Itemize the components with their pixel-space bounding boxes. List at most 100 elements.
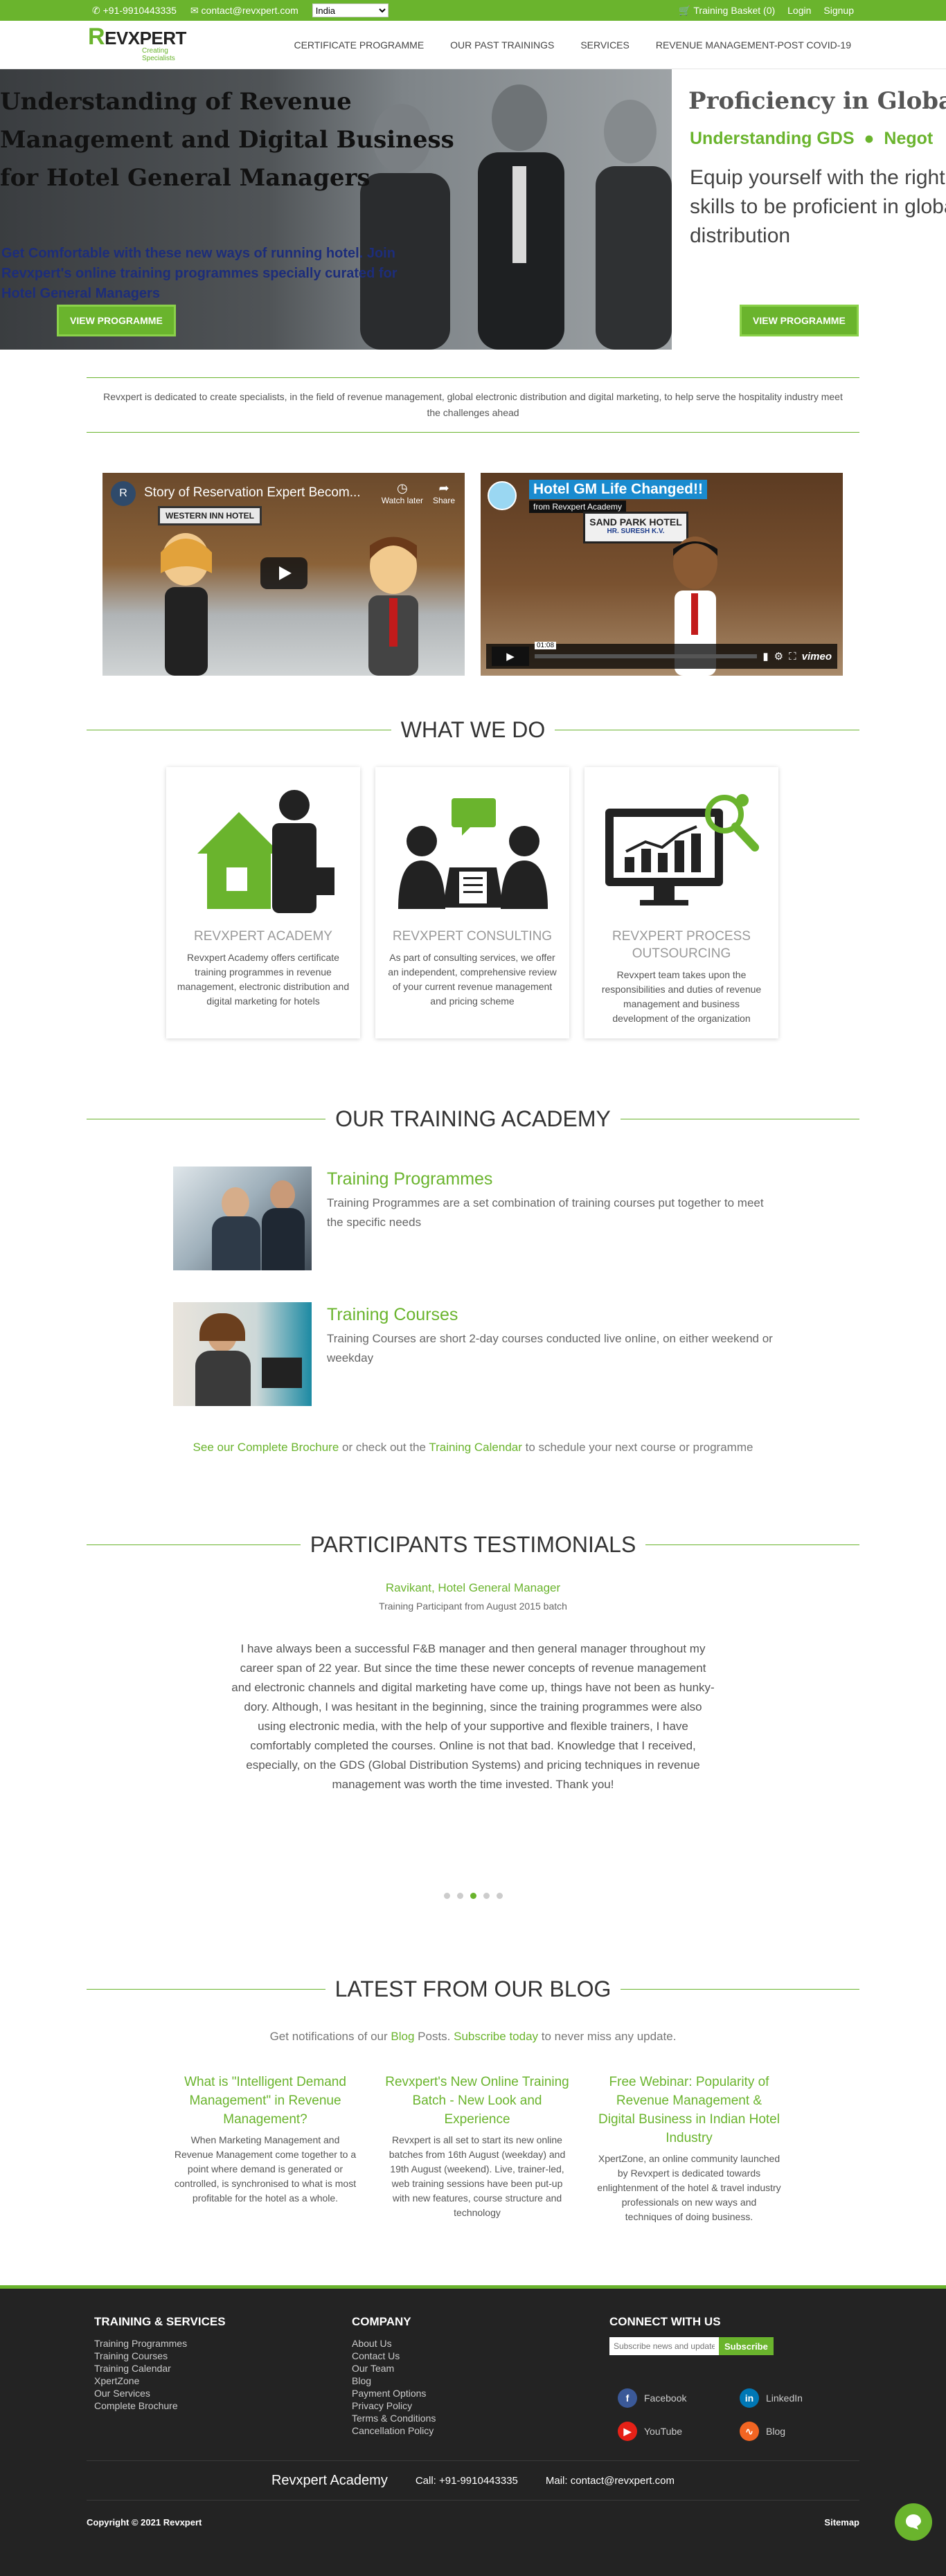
hero-slider: Understanding of Revenue Management and …: [0, 69, 946, 350]
footer-connect: CONNECT WITH US Subscribe fFacebook inLi…: [609, 2315, 867, 2441]
academy-house-person-icon: [197, 790, 334, 913]
settings-icon[interactable]: ⚙: [774, 650, 783, 663]
slider-dot[interactable]: [496, 1893, 503, 1899]
login-link[interactable]: Login: [787, 5, 811, 16]
blog-link[interactable]: Blog: [391, 2030, 414, 2043]
blog-post-title[interactable]: What is "Intelligent Demand Management" …: [173, 2073, 357, 2129]
footer-link[interactable]: Cancellation Policy: [352, 2425, 434, 2436]
linkedin-link[interactable]: in LinkedIn: [740, 2388, 823, 2408]
video-title-2: Hotel GM Life Changed!!: [529, 480, 707, 499]
vimeo-video-player[interactable]: Hotel GM Life Changed!! from Revxpert Ac…: [481, 473, 843, 676]
footer-link[interactable]: Complete Brochure: [94, 2400, 178, 2411]
footer-link[interactable]: Training Programmes: [94, 2338, 187, 2349]
share-button[interactable]: ➦ Share: [433, 481, 455, 505]
training-programmes-image[interactable]: [173, 1167, 312, 1270]
footer-link[interactable]: Blog: [352, 2375, 371, 2386]
signup-link[interactable]: Signup: [823, 5, 854, 16]
training-academy-heading: OUR TRAINING ACADEMY: [87, 1106, 859, 1132]
footer-link[interactable]: Privacy Policy: [352, 2400, 412, 2411]
intro-statement: Revxpert is dedicated to create speciali…: [87, 377, 859, 433]
services-cards: REVXPERT ACADEMY Revxpert Academy offers…: [166, 767, 946, 1038]
footer-contact-bar: Revxpert Academy Call: +91-9910443335 Ma…: [87, 2460, 859, 2501]
footer-link[interactable]: XpertZone: [94, 2375, 139, 2386]
site-header: REVXPERT Creating Specialists CERTIFICAT…: [0, 21, 946, 69]
email-contact[interactable]: ✉ contact@revxpert.com: [190, 5, 298, 17]
footer-link[interactable]: Training Calendar: [94, 2363, 171, 2374]
youtube-video-player[interactable]: R Story of Reservation Expert Becom... ◷…: [102, 473, 465, 676]
subscribe-email-input[interactable]: [609, 2337, 719, 2355]
blog-post-title[interactable]: Free Webinar: Popularity of Revenue Mana…: [597, 2073, 781, 2147]
footer-link[interactable]: About Us: [352, 2338, 392, 2349]
nav-services[interactable]: SERVICES: [580, 39, 630, 51]
training-courses-link[interactable]: Training Courses: [327, 1305, 777, 1325]
footer-link[interactable]: Contact Us: [352, 2350, 400, 2361]
slider-dot-active[interactable]: [470, 1893, 476, 1899]
footer-link[interactable]: Our Team: [352, 2363, 394, 2374]
channel-avatar: R: [111, 481, 136, 506]
chat-icon: [906, 2514, 921, 2530]
outsourcing-card[interactable]: REVXPERT PROCESS OUTSOURCING Revxpert te…: [584, 767, 778, 1038]
blog-post: What is "Intelligent Demand Management" …: [173, 2073, 357, 2224]
view-programme-button-2[interactable]: VIEW PROGRAMME: [740, 305, 859, 336]
youtube-icon: ▶: [618, 2422, 637, 2441]
nav-revenue-management-covid[interactable]: REVENUE MANAGEMENT-POST COVID-19: [656, 39, 851, 51]
revxpert-logo[interactable]: REVXPERT Creating Specialists: [88, 25, 199, 62]
footer-link[interactable]: Payment Options: [352, 2388, 426, 2399]
footer-link[interactable]: Terms & Conditions: [352, 2413, 436, 2424]
footer-brand: Revxpert Academy: [271, 2472, 388, 2488]
fullscreen-icon[interactable]: ⛶: [789, 651, 796, 663]
mail-icon: ✉: [190, 4, 199, 16]
testimonial-name: Ravikant, Hotel General Manager: [385, 1581, 561, 1594]
blog-rss-link[interactable]: ∿ Blog: [740, 2422, 823, 2441]
copyright: Copyright © 2021 Revxpert: [87, 2517, 202, 2528]
video-title: Story of Reservation Expert Becom...: [144, 485, 361, 500]
slider-dot[interactable]: [483, 1893, 490, 1899]
facebook-link[interactable]: f Facebook: [618, 2388, 740, 2408]
nav-certificate-programme[interactable]: CERTIFICATE PROGRAMME: [294, 39, 424, 51]
vimeo-logo[interactable]: vimeo: [802, 651, 832, 663]
rss-icon: ∿: [740, 2422, 759, 2441]
training-programmes-link[interactable]: Training Programmes: [327, 1169, 777, 1189]
phone-contact[interactable]: ✆ +91-9910443335: [92, 5, 177, 17]
footer-phone[interactable]: Call: +91-9910443335: [416, 2475, 518, 2487]
blog-post-title[interactable]: Revxpert's New Online Training Batch - N…: [385, 2073, 569, 2129]
training-courses-image[interactable]: [173, 1302, 312, 1406]
blog-heading: LATEST FROM OUR BLOG: [87, 1976, 859, 2002]
academy-card[interactable]: REVXPERT ACADEMY Revxpert Academy offers…: [166, 767, 360, 1038]
clock-icon: ◷: [397, 481, 408, 495]
top-bar: ✆ +91-9910443335 ✉ contact@revxpert.com …: [0, 0, 946, 21]
hero-slide2-text: Equip yourself with the right skills to …: [690, 166, 946, 247]
consulting-card[interactable]: REVXPERT CONSULTING As part of consultin…: [375, 767, 569, 1038]
chat-widget-button[interactable]: [895, 2503, 932, 2541]
watch-later-button[interactable]: ◷ Watch later: [382, 481, 423, 505]
training-courses-item: Training Courses Training Courses are sh…: [173, 1302, 946, 1406]
cartoon-characters: [161, 533, 418, 676]
footer-link[interactable]: Our Services: [94, 2388, 150, 2399]
hero-slide2-title: Proficiency in Global Distribution: [688, 87, 946, 115]
subscribe-today-link[interactable]: Subscribe today: [454, 2030, 538, 2043]
footer-link[interactable]: Training Courses: [94, 2350, 168, 2361]
view-programme-button[interactable]: VIEW PROGRAMME: [57, 305, 176, 336]
slider-dot[interactable]: [456, 1893, 463, 1899]
sitemap-link[interactable]: Sitemap: [824, 2517, 859, 2528]
training-calendar-link[interactable]: Training Calendar: [429, 1441, 522, 1454]
phone-icon: ✆: [92, 4, 100, 16]
progress-bar[interactable]: 01:08: [535, 642, 758, 658]
brochure-line: See our Complete Brochure or check out t…: [193, 1441, 753, 1454]
footer-email[interactable]: Mail: contact@revxpert.com: [546, 2475, 675, 2487]
subscribe-button[interactable]: Subscribe: [719, 2337, 774, 2355]
nav-past-trainings[interactable]: OUR PAST TRAININGS: [450, 39, 554, 51]
youtube-link[interactable]: ▶ YouTube: [618, 2422, 740, 2441]
blog-posts: What is "Intelligent Demand Management" …: [173, 2073, 946, 2224]
slider-dot[interactable]: [443, 1893, 450, 1899]
blog-subscribe-line: Get notifications of our Blog Posts. Sub…: [269, 2030, 677, 2043]
footer-bottom: Copyright © 2021 Revxpert Sitemap: [87, 2517, 859, 2528]
hotel-sign: WESTERN INN HOTEL: [158, 506, 262, 525]
complete-brochure-link[interactable]: See our Complete Brochure: [193, 1441, 339, 1454]
play-button-2[interactable]: ▶: [492, 647, 529, 666]
country-select[interactable]: India: [312, 3, 389, 17]
hero-subtitle: Get Comfortable with these new ways of r…: [1, 246, 398, 301]
volume-icon[interactable]: ▮: [762, 650, 768, 663]
play-button[interactable]: [260, 557, 307, 589]
training-basket-link[interactable]: 🛒 Training Basket (0): [679, 5, 775, 17]
